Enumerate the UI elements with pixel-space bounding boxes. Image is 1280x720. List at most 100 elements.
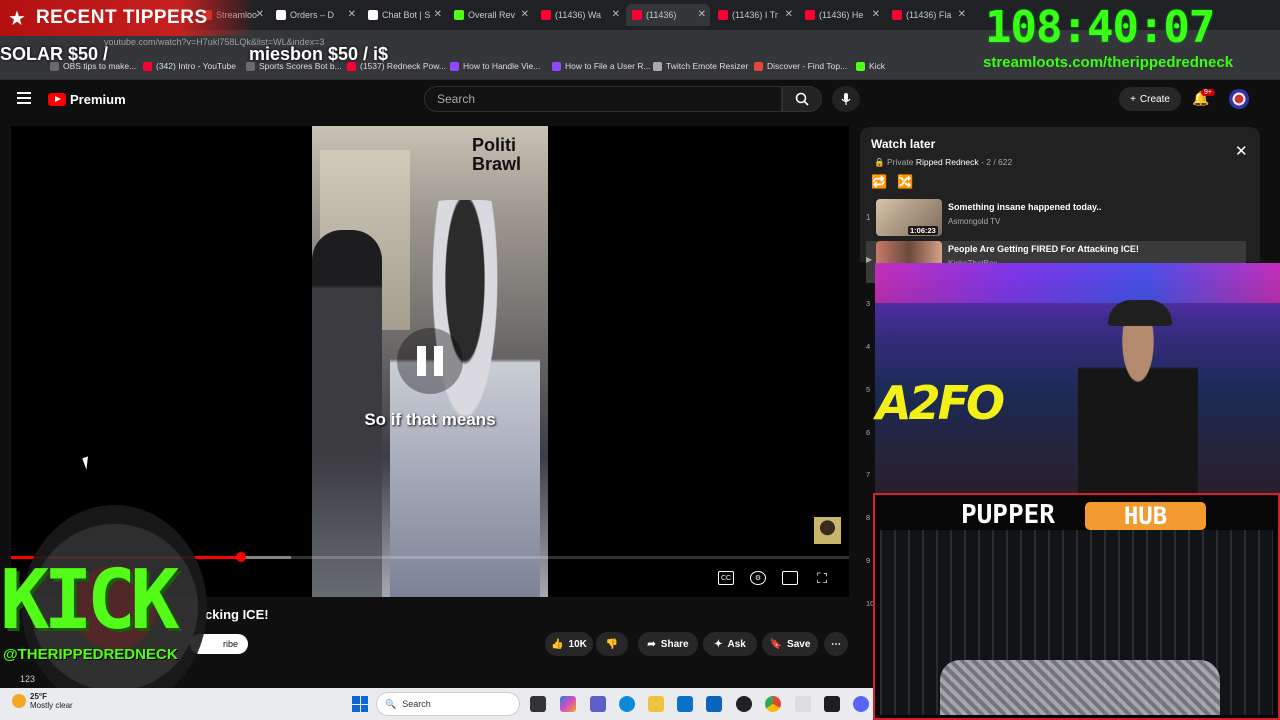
taskbar-search[interactable]: 🔍 Search: [376, 692, 520, 716]
close-icon[interactable]: ✕: [1235, 142, 1248, 160]
star-icon: ★: [8, 7, 26, 30]
tab-close-icon[interactable]: ✕: [698, 9, 706, 20]
outlook-icon[interactable]: [706, 696, 722, 712]
youtube-logo[interactable]: Premium: [48, 92, 126, 107]
file-explorer-icon[interactable]: [648, 696, 664, 712]
weather-widget[interactable]: 25°F Mostly clear: [12, 692, 73, 710]
browser-tab[interactable]: (11436) ✕: [626, 4, 710, 26]
bookmark-item[interactable]: Twitch Emote Resizer: [653, 61, 748, 71]
search-input[interactable]: Search: [424, 86, 782, 112]
theater-mode-icon[interactable]: [782, 571, 798, 585]
app-icon[interactable]: [795, 696, 811, 712]
browser-tab[interactable]: (11436) Fla ✕: [886, 4, 970, 26]
account-avatar[interactable]: [1229, 89, 1249, 109]
fullscreen-icon[interactable]: ⛶: [814, 570, 830, 586]
playlist-item-index: 7: [866, 470, 871, 479]
dislike-button[interactable]: 👎: [596, 632, 628, 656]
bookmark-favicon-icon: [143, 61, 152, 71]
loop-icon[interactable]: 🔁: [871, 174, 887, 190]
playlist-owner[interactable]: Ripped Redneck: [916, 157, 979, 167]
teams-icon[interactable]: [590, 696, 606, 712]
bookmark-icon: 🔖: [769, 638, 783, 650]
webcam-neon-sign: A2FO: [876, 376, 1005, 430]
terminal-icon[interactable]: [824, 696, 840, 712]
sparkle-icon: ✦: [714, 638, 723, 650]
playlist-item[interactable]: 1 1:06:23 Something insane happened today.…: [866, 199, 1246, 241]
pause-button[interactable]: [397, 328, 463, 394]
playlist-item-index: 3: [866, 299, 871, 308]
tab-close-icon[interactable]: ✕: [434, 9, 442, 20]
captions-icon[interactable]: CC: [718, 571, 734, 585]
search-icon: [795, 92, 809, 106]
channel-watermark[interactable]: [814, 517, 841, 544]
browser-tab[interactable]: (11436) Wa ✕: [535, 4, 624, 26]
tab-label: Overall Rev: [468, 10, 516, 20]
like-count: 10K: [568, 638, 587, 650]
playlist-item-title: Something insane happened today..: [948, 202, 1102, 212]
tab-favicon-icon: [541, 10, 551, 20]
copilot-icon[interactable]: [560, 696, 576, 712]
tab-close-icon[interactable]: ✕: [521, 9, 529, 20]
discord-icon[interactable]: [853, 696, 869, 712]
tab-favicon-icon: [892, 10, 902, 20]
windows-start-icon[interactable]: [352, 696, 368, 712]
taskbar-search-label: Search: [402, 699, 431, 709]
search-icon: 🔍: [385, 698, 397, 709]
bookmark-item[interactable]: How to Handle Vie...: [450, 61, 540, 71]
voice-search-button[interactable]: [832, 86, 860, 112]
bookmark-item[interactable]: (342) Intro - YouTube: [143, 61, 236, 71]
create-button[interactable]: + Create: [1119, 87, 1181, 111]
video-brand-logo: Politi Brawl: [472, 135, 522, 174]
bookmark-label: How to File a User R...: [565, 61, 651, 71]
edge-icon[interactable]: [619, 696, 635, 712]
task-view-icon[interactable]: [530, 696, 546, 712]
streamer-cap: [1108, 300, 1172, 326]
settings-gear-icon[interactable]: ⚙: [750, 571, 766, 585]
playlist-item-index: 9: [866, 556, 871, 565]
bookmark-item[interactable]: Kick: [856, 61, 885, 71]
more-actions-button[interactable]: ⋯: [824, 632, 848, 656]
tab-close-icon[interactable]: ✕: [256, 9, 264, 20]
weather-icon: [12, 694, 26, 708]
menu-icon[interactable]: [17, 92, 31, 104]
tab-label: (11436): [646, 10, 677, 20]
playlist-title[interactable]: Watch later: [871, 137, 935, 151]
bookmark-item[interactable]: Discover - Find Top...: [754, 61, 847, 71]
chrome-icon[interactable]: [765, 696, 781, 712]
tab-label: (11436) Wa: [555, 10, 602, 20]
tab-favicon-icon: [632, 10, 642, 20]
browser-tab[interactable]: (11436) He ✕: [799, 4, 884, 26]
search-button[interactable]: [782, 86, 822, 112]
browser-tab[interactable]: Overall Rev ✕: [448, 4, 533, 26]
tab-close-icon[interactable]: ✕: [958, 9, 966, 20]
tab-close-icon[interactable]: ✕: [785, 9, 793, 20]
save-button[interactable]: 🔖 Save: [762, 632, 818, 656]
progress-scrubber[interactable]: [236, 552, 246, 562]
pupper-title: PUPPER: [961, 500, 1055, 530]
shuffle-icon[interactable]: 🔀: [897, 174, 913, 190]
browser-tab[interactable]: Orders – D ✕: [270, 4, 360, 26]
tab-close-icon[interactable]: ✕: [872, 9, 880, 20]
tipper-entry: SOLAR $50 /: [0, 44, 109, 64]
share-button[interactable]: ➦ Share: [638, 632, 698, 656]
bookmark-favicon-icon: [552, 61, 561, 71]
bookmark-item[interactable]: How to File a User R...: [552, 61, 651, 71]
browser-tab[interactable]: Chat Bot | S ✕: [362, 4, 446, 26]
youtube-premium-label: Premium: [70, 92, 126, 107]
playlist-item-title: People Are Getting FIRED For Attacking I…: [948, 244, 1139, 254]
playlist-meta: 🔒 Private Ripped Redneck - 2 / 622: [874, 157, 1012, 168]
store-icon[interactable]: [677, 696, 693, 712]
video-caption: So if that means: [364, 410, 496, 429]
tab-close-icon[interactable]: ✕: [612, 9, 620, 20]
weather-condition: Mostly clear: [30, 701, 73, 710]
browser-tab[interactable]: (11436) I Tr ✕: [712, 4, 797, 26]
tab-label: (11436) He: [819, 10, 864, 20]
ask-button[interactable]: ✦ Ask: [703, 632, 757, 656]
playlist-item-index: 8: [866, 513, 871, 522]
tab-favicon-icon: [276, 10, 286, 20]
notification-count-badge: 9+: [1201, 89, 1215, 96]
tab-close-icon[interactable]: ✕: [348, 9, 356, 20]
pupper-bed: [940, 660, 1220, 715]
like-button[interactable]: 👍 10K: [545, 632, 593, 656]
obs-icon[interactable]: [736, 696, 752, 712]
